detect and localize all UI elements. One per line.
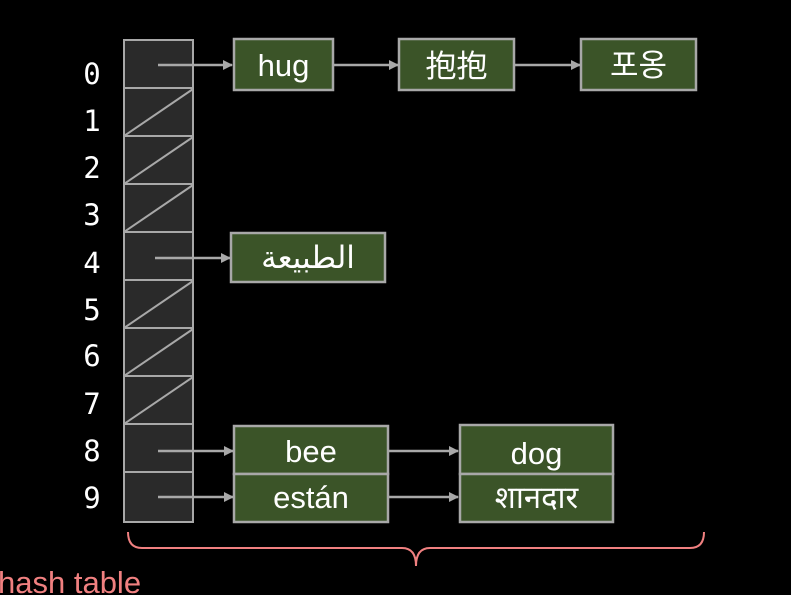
index-label-6: 6: [83, 339, 100, 373]
index-label-9: 9: [83, 481, 100, 515]
node-nature: الطبيعة: [229, 231, 387, 284]
index-label-0: 0: [83, 57, 100, 91]
index-label-2: 2: [83, 151, 100, 185]
node-label: están: [273, 480, 349, 515]
index-label-3: 3: [83, 198, 100, 232]
node-estan: están: [232, 472, 390, 524]
node-label: الطبيعة: [261, 240, 355, 275]
node-hug: hug: [232, 37, 335, 92]
node-label: bee: [285, 434, 337, 469]
index-label-8: 8: [83, 434, 100, 468]
index-label-5: 5: [83, 293, 100, 327]
node-label: hug: [258, 48, 310, 83]
node-poong: 포옹: [579, 37, 698, 92]
index-label-7: 7: [83, 387, 100, 421]
hash-table-diagram: 0 1 2 3 4 5 6 7 8 9 hug 抱抱 포옹 الطبيعة be…: [0, 37, 705, 595]
node-shandar: शानदार: [458, 472, 615, 524]
node-label: 抱抱: [426, 49, 488, 84]
index-labels: 0 1 2 3 4 5 6 7 8 9: [83, 57, 100, 515]
index-label-1: 1: [83, 104, 100, 138]
node-baobao: 抱抱: [397, 37, 516, 92]
index-label-4: 4: [83, 246, 100, 280]
chain-nodes: hug 抱抱 포옹 الطبيعة bee dog están शानदार: [229, 37, 698, 524]
hash-table-caption: hash table: [0, 565, 141, 595]
node-label: dog: [511, 436, 563, 471]
table-slot-4: [123, 231, 194, 281]
node-dog: dog: [458, 423, 615, 476]
node-bee: bee: [232, 424, 390, 476]
table-slot-8: [123, 423, 194, 473]
node-label: शानदार: [495, 480, 580, 515]
curly-brace: [127, 531, 705, 567]
node-label: 포옹: [610, 48, 667, 83]
